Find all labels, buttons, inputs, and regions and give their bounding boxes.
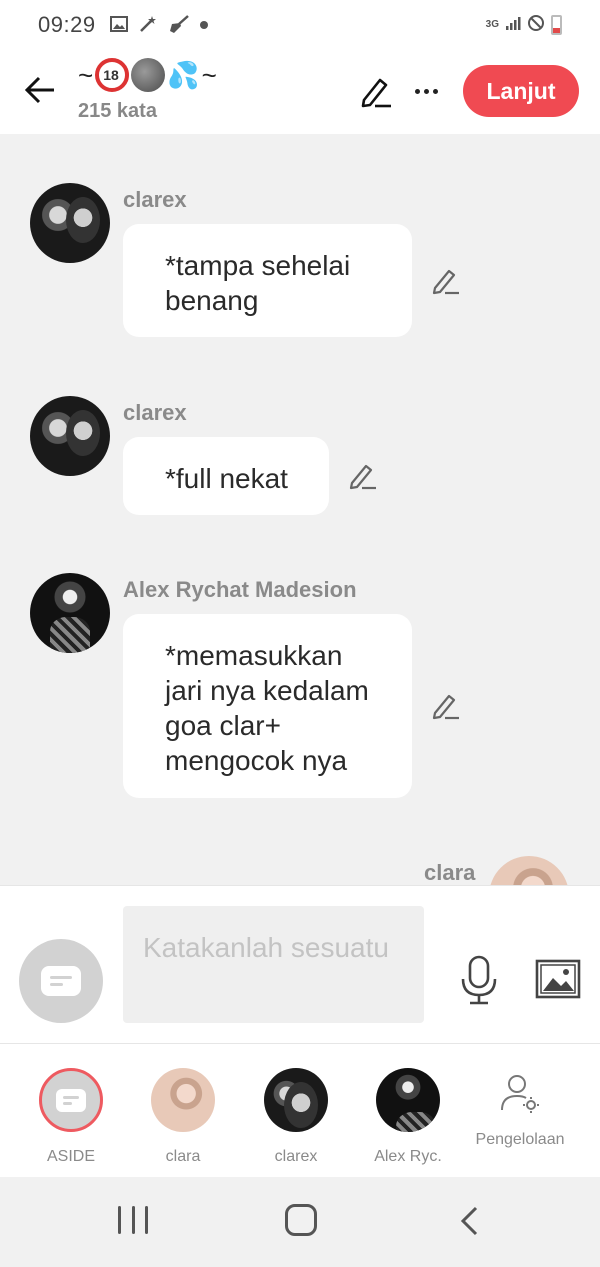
no-under-18-emoji: 18 — [95, 58, 130, 92]
edit-message-icon[interactable] — [430, 690, 462, 722]
message-bubble[interactable]: *tampa sehelai benang — [123, 224, 412, 337]
edit-title-button[interactable] — [358, 74, 394, 110]
aside-toggle-button[interactable] — [19, 939, 103, 1023]
chat-bubble-icon — [56, 1088, 86, 1112]
new-moon-face-emoji — [131, 58, 166, 92]
sweat-droplets-emoji: 💦 — [167, 59, 200, 90]
recent-apps-icon — [118, 1206, 121, 1234]
sender-name: Alex Rychat Madesion — [123, 577, 357, 602]
avatar-clarex[interactable] — [30, 396, 110, 476]
participant-label: Alex Ryc. — [374, 1148, 442, 1165]
clarex-avatar — [264, 1068, 328, 1132]
sender-name: clara — [424, 860, 476, 885]
message-input[interactable] — [123, 906, 424, 1023]
word-count: 215 kata — [78, 100, 157, 122]
more-dot — [423, 88, 429, 94]
story-header: ~ 18 💦 ~ 215 kata Lanjut — [0, 50, 600, 134]
next-button[interactable]: Lanjut — [463, 65, 579, 117]
participants-bar: ASIDE clara clarex Alex Ryc. Pengelolaan — [0, 1043, 600, 1177]
avatar-clarex[interactable] — [30, 183, 110, 263]
edit-message-icon[interactable] — [347, 460, 379, 492]
participant-label: ASIDE — [46, 1148, 95, 1165]
image-icon — [535, 959, 581, 999]
manage-participants-button[interactable]: Pengelolaan — [470, 1068, 570, 1149]
sender-name: clarex — [123, 400, 187, 425]
gallery-icon — [109, 15, 128, 35]
title-suffix: ~ — [201, 59, 217, 90]
user-settings-icon — [501, 1075, 539, 1113]
microphone-button[interactable] — [458, 954, 500, 1006]
magic-wand-icon — [138, 14, 158, 37]
title-prefix: ~ — [78, 59, 94, 90]
avatar-alex[interactable] — [30, 573, 110, 653]
alex-avatar — [376, 1068, 440, 1132]
microphone-icon — [461, 955, 497, 1005]
message-bubble[interactable]: *memasukkan jari nya kedalam goa clar+ m… — [123, 614, 412, 798]
signal-icon — [505, 15, 521, 36]
participant-label: clara — [165, 1148, 201, 1165]
status-bar: 09:29 3G — [0, 0, 600, 50]
story-title: ~ 18 💦 ~ — [78, 58, 217, 92]
participant-clarex[interactable]: clarex — [246, 1068, 346, 1166]
more-options-button[interactable] — [408, 76, 444, 106]
more-dot — [432, 88, 438, 94]
recent-apps-icon — [131, 1206, 135, 1234]
insert-image-button[interactable] — [534, 958, 582, 1000]
composer — [0, 885, 600, 1043]
recent-apps-button[interactable] — [118, 1206, 148, 1236]
system-back-button[interactable] — [458, 1205, 482, 1237]
sender-name: clarex — [123, 187, 187, 212]
clara-avatar — [151, 1068, 215, 1132]
arrow-left-icon — [24, 76, 54, 104]
chat-bubble-icon — [41, 966, 81, 996]
message-bubble[interactable]: *full nekat — [123, 437, 329, 515]
more-dot — [414, 88, 420, 94]
participant-aside[interactable]: ASIDE — [21, 1068, 121, 1166]
notification-dot — [199, 21, 208, 29]
pencil-icon — [361, 78, 391, 108]
edit-message-icon[interactable] — [430, 265, 462, 297]
battery-low-icon — [551, 15, 562, 35]
no-disturb-icon — [527, 14, 545, 37]
participant-clara[interactable]: clara — [133, 1068, 233, 1166]
broom-icon — [168, 14, 190, 37]
clock: 09:29 — [38, 12, 96, 37]
recent-apps-icon — [145, 1206, 148, 1234]
participant-label: Pengelolaan — [475, 1131, 565, 1148]
back-button[interactable] — [22, 70, 58, 110]
system-nav-bar — [0, 1177, 600, 1267]
aside-avatar — [39, 1068, 103, 1132]
participant-label: clarex — [274, 1148, 318, 1165]
network-type: 3G — [485, 19, 499, 30]
participant-alex[interactable]: Alex Ryc. — [358, 1068, 458, 1166]
home-button[interactable] — [285, 1204, 317, 1236]
